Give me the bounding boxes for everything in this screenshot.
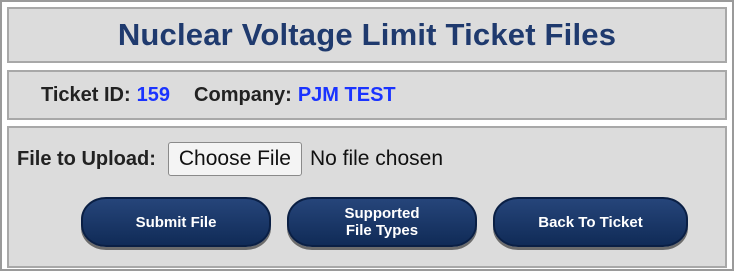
supported-file-types-button[interactable]: Supported File Types <box>287 197 477 247</box>
file-status-text: No file chosen <box>309 147 444 170</box>
back-to-ticket-label: Back To Ticket <box>538 213 643 231</box>
page-title: Nuclear Voltage Limit Ticket Files <box>117 17 617 52</box>
ticket-id-value: 159 <box>136 83 171 106</box>
company-label: Company: <box>194 83 292 106</box>
submit-file-label: Submit File <box>135 213 217 231</box>
ticket-info-panel: Ticket ID: 159 Company: PJM TEST <box>7 70 727 120</box>
company-value: PJM TEST <box>297 83 396 106</box>
title-panel: Nuclear Voltage Limit Ticket Files <box>7 7 727 63</box>
upload-panel: File to Upload: Choose File No file chos… <box>7 126 727 268</box>
back-to-ticket-button[interactable]: Back To Ticket <box>493 197 688 247</box>
file-upload-row: File to Upload: Choose File No file chos… <box>17 142 443 176</box>
ticket-id-label: Ticket ID: <box>41 83 131 106</box>
supported-file-types-line1: Supported <box>344 205 420 222</box>
supported-file-types-label: Supported File Types <box>345 205 420 239</box>
file-upload-label: File to Upload: <box>17 147 156 170</box>
submit-file-button[interactable]: Submit File <box>81 197 271 247</box>
page-frame: Nuclear Voltage Limit Ticket Files Ticke… <box>0 0 734 271</box>
choose-file-button[interactable]: Choose File <box>167 142 302 176</box>
supported-file-types-line2: File Types <box>345 222 419 239</box>
